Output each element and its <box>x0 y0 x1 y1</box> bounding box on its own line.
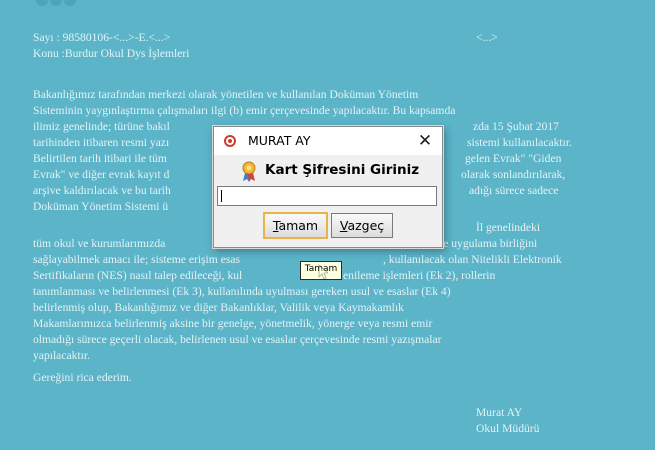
body-line: Belirtilen tarih itibari ile tüm <box>33 152 167 165</box>
sayi-line: Sayı : 98580106-<...>-E.<...> <box>33 31 171 44</box>
certificate-key-icon <box>242 161 256 182</box>
body-line: arşive kaldırılacak ve bu tarih <box>33 184 171 197</box>
body-fragment: , kullanılacak olan Nitelikli Elektronik <box>383 253 562 266</box>
body-fragment: te uygulama birliğini <box>440 237 538 250</box>
body-fragment: olarak sonlandırılarak, <box>461 168 566 181</box>
cancel-button[interactable]: Vazgeç <box>331 213 393 238</box>
body-line: Sertifikaların (NES) nasıl talep edilece… <box>33 269 243 282</box>
body-line: Doküman Yönetim Sistemi ü <box>33 200 169 213</box>
body-line: Bakanlığımız tarafından merkezi olarak y… <box>33 88 419 101</box>
dialog-heading-text: Kart Şifresini Giriniz <box>265 162 420 178</box>
body-line: Sisteminin yaygınlaştırma çalışmaları il… <box>33 104 456 117</box>
close-icon: ✕ <box>417 131 433 151</box>
signature-title: Okul Müdürü <box>476 422 540 435</box>
body-line: yapılacaktır. <box>33 349 90 362</box>
date-placeholder: <...> <box>476 31 498 44</box>
body-fragment: İl genelindeki <box>476 221 541 234</box>
konu-line: Konu :Burdur Okul Dys İşlemleri <box>33 47 190 60</box>
text-caret <box>221 190 222 202</box>
dialog-title: MURAT AY <box>248 133 311 148</box>
body-fragment: sistemi kullanılacaktır. <box>467 136 572 149</box>
card-password-dialog: MURAT AY ✕ Kart Şifresini Giriniz Tamam … <box>213 126 443 248</box>
body-line: tanımlanması ve belirlenmesi (Ek 3), kul… <box>33 285 451 298</box>
card-password-input[interactable] <box>217 186 437 206</box>
body-line: sağlayabilmek amacı ile; sisteme erişim … <box>33 253 241 266</box>
close-button[interactable]: ✕ <box>414 130 436 152</box>
body-line: tarihinden itibaren resmi yazı <box>33 136 170 149</box>
body-fragment: gelen Evrak" "Giden <box>465 152 562 165</box>
mouse-cursor-icon <box>318 264 328 280</box>
ok-label: amam <box>278 218 319 233</box>
body-fragment: zda 15 Şubat 2017 <box>473 120 559 133</box>
body-fragment: enileme işlemleri (Ek 2), rollerin <box>343 269 496 282</box>
ok-button[interactable]: Tamam <box>263 212 328 239</box>
closing-line: Gereğini rica ederim. <box>33 371 132 384</box>
signature-name: Murat AY <box>476 406 523 419</box>
body-line: ilimiz genelinde; türüne bakıl <box>33 120 170 133</box>
java-app-icon <box>224 135 236 147</box>
dialog-titlebar[interactable]: MURAT AY ✕ <box>214 127 442 155</box>
body-line: tüm okul ve kurumlarımızda <box>33 237 166 250</box>
body-fragment: adığı sürece sadece <box>469 184 559 197</box>
body-line: belirlenmiş olup, Bakanlığımız ve diğer … <box>33 301 404 314</box>
cancel-label: azgeç <box>347 218 385 233</box>
body-line: olmadığı sürece geçerli olacak, belirlen… <box>33 333 442 346</box>
body-line: Makamlarımızca belirlenmiş aksine bir ge… <box>33 317 433 330</box>
body-line: Evrak" ve diğer evrak kayıt d <box>33 168 170 181</box>
letterhead-logo <box>36 0 96 8</box>
